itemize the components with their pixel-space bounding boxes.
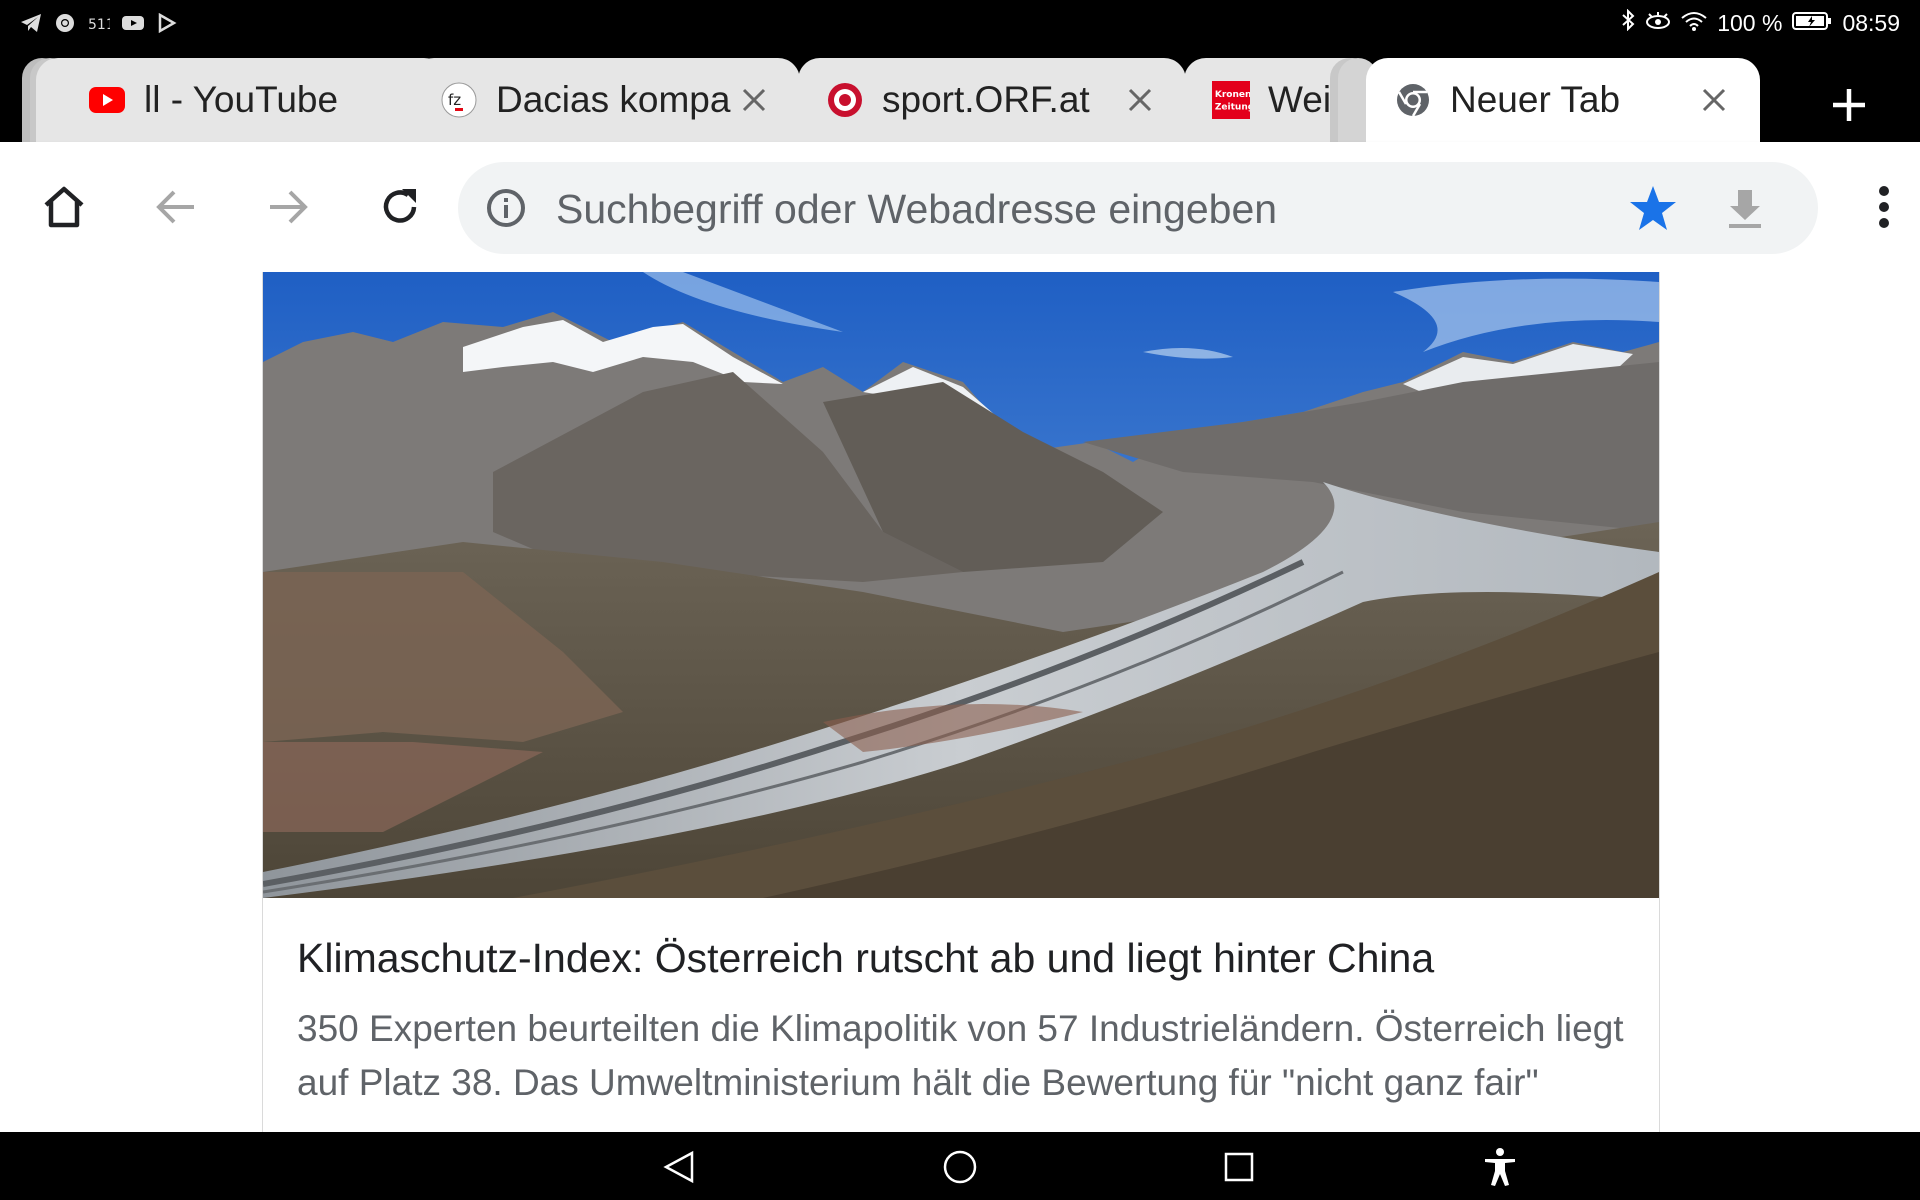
svg-text:Kronen: Kronen <box>1215 90 1250 100</box>
forward-button[interactable] <box>258 177 318 237</box>
tab-neuer-tab[interactable]: Neuer Tab <box>1366 58 1760 142</box>
chrome-icon <box>1394 81 1432 119</box>
menu-button[interactable] <box>1864 177 1904 237</box>
play-store-icon <box>156 12 178 34</box>
telegram-icon <box>20 12 42 34</box>
reload-icon <box>383 189 417 223</box>
android-nav-bar <box>0 1132 1920 1200</box>
more-vert-icon <box>1879 186 1889 228</box>
recents-icon <box>1224 1152 1254 1182</box>
plus-icon <box>1833 89 1865 121</box>
status-bar: 511 100 % 08:59 <box>0 0 1920 52</box>
battery-icon <box>1792 10 1832 37</box>
page-content: Klimaschutz-Index: Österreich rutscht ab… <box>0 272 1920 1132</box>
nav-accessibility-button[interactable] <box>1477 1144 1523 1190</box>
wifi-icon <box>1681 10 1707 37</box>
back-button[interactable] <box>146 177 206 237</box>
tab-youtube[interactable]: ll - YouTube <box>36 58 446 142</box>
nav-back-button[interactable] <box>656 1144 702 1190</box>
forward-arrow-icon <box>270 190 308 224</box>
bluetooth-icon <box>1621 8 1635 37</box>
youtube-icon <box>122 12 144 34</box>
bookmark-star-icon[interactable] <box>1628 184 1678 234</box>
youtube-icon <box>88 81 126 119</box>
home-icon <box>44 186 84 228</box>
fz-icon: fz <box>440 81 478 119</box>
nav-recents-button[interactable] <box>1216 1144 1262 1190</box>
browser-toolbar <box>0 142 1920 272</box>
article-card[interactable]: Klimaschutz-Index: Österreich rutscht ab… <box>262 272 1660 1132</box>
orf-icon <box>826 81 864 119</box>
tab-sport-orf[interactable]: sport.ORF.at <box>798 58 1186 142</box>
back-icon <box>663 1150 694 1184</box>
back-arrow-icon <box>156 190 194 224</box>
tab-title: Neuer Tab <box>1450 79 1621 120</box>
home-button[interactable] <box>34 177 94 237</box>
tab-strip: ll - YouTube fz Dacias kompa sport.ORF.a… <box>0 52 1920 142</box>
tab-title: Dacias kompa <box>496 79 731 120</box>
svg-text:fz: fz <box>448 91 461 109</box>
battery-percent: 100 % <box>1717 9 1783 36</box>
accessibility-icon <box>1485 1148 1515 1186</box>
close-icon[interactable] <box>1692 78 1736 122</box>
kronen-zeitung-icon: Kronen Zeitung <box>1212 81 1250 119</box>
eye-icon <box>1645 10 1671 37</box>
article-title[interactable]: Klimaschutz-Index: Österreich rutscht ab… <box>297 932 1627 984</box>
chrome-icon <box>54 12 76 34</box>
article-description: 350 Experten beurteilten die Klimapoliti… <box>297 1008 1624 1103</box>
close-icon[interactable] <box>732 78 776 122</box>
signal-icon: 511 <box>88 12 110 34</box>
svg-text:511: 511 <box>88 17 110 33</box>
omnibox[interactable] <box>458 162 1818 254</box>
nav-home-button[interactable] <box>937 1144 983 1190</box>
clock: 08:59 <box>1842 9 1900 36</box>
info-icon[interactable] <box>486 188 526 228</box>
glacier-photo[interactable] <box>263 272 1659 898</box>
tab-title: ll - YouTube <box>144 79 339 120</box>
download-icon[interactable] <box>1720 184 1770 234</box>
omnibox-input[interactable] <box>554 178 1578 240</box>
svg-text:Zeitung: Zeitung <box>1215 103 1250 113</box>
tab-dacias[interactable]: fz Dacias kompa <box>412 58 800 142</box>
close-icon[interactable] <box>1118 78 1162 122</box>
tab-title: sport.ORF.at <box>882 79 1090 120</box>
new-tab-button[interactable] <box>1824 80 1874 130</box>
reload-button[interactable] <box>370 177 430 237</box>
home-icon <box>943 1150 977 1184</box>
